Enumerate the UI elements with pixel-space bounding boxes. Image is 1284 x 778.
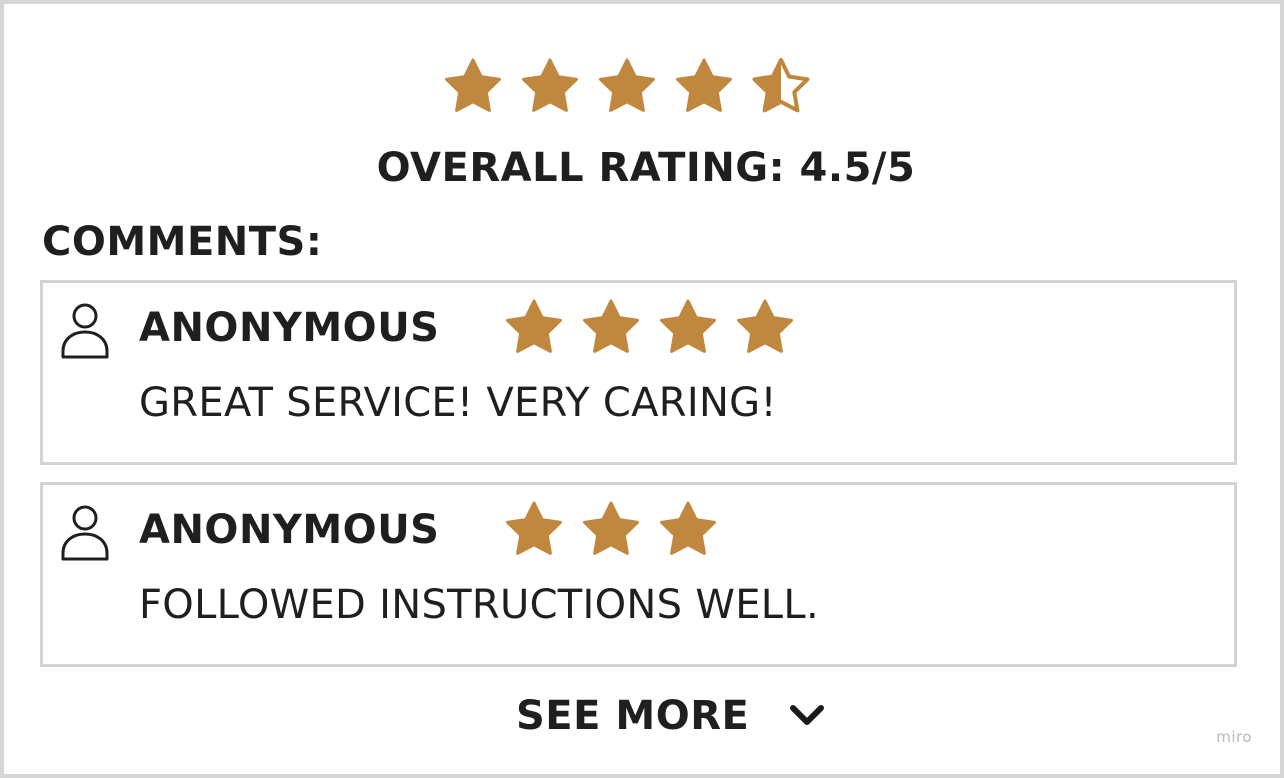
comments-heading: COMMENTS: xyxy=(42,219,323,265)
star-full-icon xyxy=(506,501,562,555)
comment-rating-stars xyxy=(503,297,796,359)
comment-rating-stars xyxy=(503,499,719,561)
overall-rating-stars xyxy=(442,56,812,118)
miro-watermark: miro xyxy=(1216,728,1252,746)
star-full-icon xyxy=(506,299,562,353)
comment-author: ANONYMOUS xyxy=(139,507,440,553)
chevron-down-icon xyxy=(790,705,825,725)
star-full-icon xyxy=(522,58,578,112)
comment-text: GREAT SERVICE! VERY CARING! xyxy=(139,380,777,426)
star-full-icon xyxy=(445,58,501,112)
star-full-icon xyxy=(599,58,655,112)
user-icon xyxy=(61,505,109,561)
see-more-button[interactable]: SEE MORE xyxy=(516,688,827,744)
overall-rating-label: OVERALL RATING: 4.5/5 xyxy=(376,145,916,191)
star-full-icon xyxy=(676,58,732,112)
see-more-label: SEE MORE xyxy=(516,693,750,739)
comment-author: ANONYMOUS xyxy=(139,305,440,351)
comment-card: ANONYMOUS GREAT SERVICE! VERY CARING! xyxy=(40,280,1237,465)
star-half-icon xyxy=(752,58,810,113)
user-icon xyxy=(61,303,109,359)
star-full-icon xyxy=(660,299,716,353)
star-full-icon xyxy=(583,501,639,555)
rating-widget: OVERALL RATING: 4.5/5 COMMENTS: ANONYMOU… xyxy=(0,0,1284,778)
comment-card: ANONYMOUS FOLLOWED INSTRUCTIONS WELL. xyxy=(40,482,1237,667)
star-full-icon xyxy=(583,299,639,353)
comment-text: FOLLOWED INSTRUCTIONS WELL. xyxy=(139,582,819,628)
star-full-icon xyxy=(737,299,793,353)
star-full-icon xyxy=(660,501,716,555)
